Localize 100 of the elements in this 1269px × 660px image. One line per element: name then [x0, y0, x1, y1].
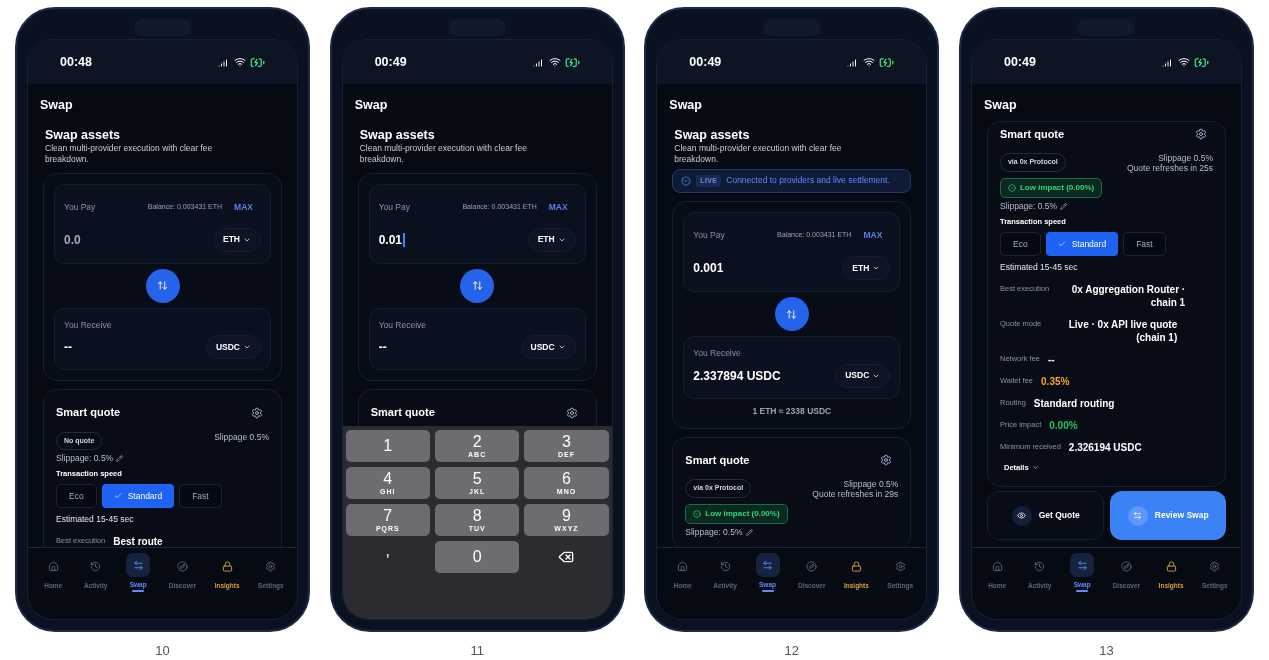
eye-icon: [1017, 511, 1027, 521]
speed-option[interactable]: Eco: [56, 484, 97, 509]
text-cursor: [403, 232, 405, 247]
review-swap-button[interactable]: Review Swap: [1110, 491, 1226, 541]
quote-note: Slippage 0.5%: [843, 479, 899, 489]
receive-label: You Receive: [378, 318, 428, 332]
section-title: Swap assets: [359, 126, 436, 143]
edit-icon[interactable]: [116, 455, 124, 463]
wifi-icon: [548, 56, 561, 68]
receive-amount: --: [64, 339, 72, 357]
edit-icon[interactable]: [1060, 203, 1068, 211]
speed-option[interactable]: Fast: [179, 484, 222, 509]
clock-time: 00:48: [60, 53, 92, 71]
detail-value: 0.35%: [1041, 375, 1070, 388]
token-selector[interactable]: USDC: [520, 335, 576, 360]
clock-time: 00:49: [1003, 53, 1036, 71]
wifi-icon: [234, 56, 246, 68]
quote-note: Slippage 0.5%: [214, 431, 269, 442]
token-selector[interactable]: USDC: [835, 363, 891, 388]
estimate-text: Estimated 15-45 sec: [56, 513, 135, 526]
home-icon: [47, 560, 59, 572]
edit-icon[interactable]: [745, 528, 753, 536]
lock-icon: [850, 560, 862, 572]
get-quote-button[interactable]: Get Quote: [986, 491, 1105, 541]
home-icon: [677, 560, 689, 572]
max-button[interactable]: MAX: [548, 200, 568, 214]
detail-value: 0.00%: [1049, 419, 1078, 432]
verified-icon: [681, 175, 692, 186]
card-title: Smart quote: [999, 126, 1065, 142]
token-selector[interactable]: ETH: [527, 227, 576, 252]
slippage-text: Slippage: 0.5%: [56, 452, 114, 465]
signal-icon: [218, 56, 230, 68]
swap-direction-button[interactable]: [460, 268, 495, 303]
settings-button[interactable]: [880, 453, 893, 466]
clock-time: 00:49: [374, 53, 407, 71]
gear-icon: [894, 560, 906, 572]
token-selector[interactable]: USDC: [205, 335, 261, 360]
amount-field[interactable]: 0.0: [64, 230, 174, 249]
receive-label: You Receive: [64, 318, 113, 332]
clock-time: 00:49: [689, 53, 722, 71]
estimate-text: Estimated 15-45 sec: [999, 261, 1079, 274]
detail-value: 0x Aggregation Router · chain 1: [1070, 283, 1186, 309]
keyboard-key[interactable]: 1: [345, 430, 430, 462]
screen-title: Swap: [982, 97, 1018, 114]
speed-option[interactable]: Standard: [1045, 232, 1119, 257]
swap-direction-button[interactable]: [774, 297, 809, 331]
compass-icon: [806, 560, 818, 572]
gear-icon: [265, 560, 277, 572]
connection-status: Connected to providers and live settlement.: [726, 174, 890, 186]
settings-button[interactable]: [1194, 128, 1207, 140]
check-circle-icon: [693, 510, 702, 518]
max-button[interactable]: MAX: [863, 229, 883, 242]
settings-button[interactable]: [565, 406, 578, 419]
keyboard-key[interactable]: 0: [435, 541, 520, 573]
lock-icon: [1165, 560, 1177, 572]
keyboard-key[interactable]: ,: [345, 541, 430, 573]
backspace-icon: [558, 549, 575, 565]
quote-note: Quote refreshes in 29s: [812, 489, 899, 499]
amount-value[interactable]: 0.01: [378, 230, 402, 249]
screen-caption: 13: [1099, 643, 1114, 659]
check-icon: [113, 492, 122, 501]
wifi-icon: [1177, 56, 1190, 68]
check-circle-icon: [1007, 184, 1016, 193]
screen-title: Swap: [353, 97, 389, 114]
swap-arrows-icon: [132, 559, 144, 571]
detail-value: Standard routing: [1033, 397, 1115, 410]
quote-note: Slippage 0.5%: [1158, 153, 1213, 164]
lock-icon: [221, 560, 233, 572]
detail-value: --: [1048, 353, 1055, 366]
section-subtitle: Clean multi-provider execution with clear fee breakdown.: [359, 142, 528, 165]
compass-icon: [176, 560, 188, 572]
card-title: Smart quote: [56, 405, 121, 421]
swap-arrows-icon: [1076, 559, 1088, 571]
home-icon: [991, 560, 1003, 572]
pay-label: You Pay: [378, 200, 410, 214]
token-selector[interactable]: ETH: [842, 256, 891, 280]
section-title: Swap assets: [45, 126, 122, 143]
receive-amount: 2.337894 USDC: [693, 367, 781, 385]
slippage-text: Slippage: 0.5%: [999, 200, 1058, 213]
screen-title: Swap: [668, 97, 703, 114]
detail-value: Best route: [113, 535, 163, 547]
swap-arrows-icon: [471, 280, 483, 291]
swap-direction-button[interactable]: [145, 268, 180, 303]
swap-arrows-icon: [786, 308, 798, 320]
max-button[interactable]: MAX: [234, 200, 253, 214]
speed-option[interactable]: Fast: [1123, 232, 1166, 257]
screen-caption: 12: [784, 643, 800, 659]
section-subtitle: Clean multi-provider execution with clear fee breakdown.: [45, 142, 214, 165]
amount-value[interactable]: 0.001: [693, 259, 724, 277]
speed-option[interactable]: Standard: [101, 484, 175, 509]
detail-value: 2.326194 USDC: [1068, 441, 1142, 454]
token-selector[interactable]: ETH: [213, 227, 261, 252]
settings-button[interactable]: [251, 406, 263, 419]
section-subtitle: Clean multi-provider execution with clear fee breakdown.: [674, 142, 843, 165]
section-title: Swap assets: [674, 126, 751, 143]
speed-option[interactable]: Eco: [999, 232, 1041, 257]
receive-label: You Receive: [693, 347, 742, 360]
exchange-rate: 1 ETH ≈ 2338 USDC: [752, 404, 832, 418]
chevron-down-icon: [1031, 464, 1039, 472]
pay-label: You Pay: [64, 200, 96, 214]
